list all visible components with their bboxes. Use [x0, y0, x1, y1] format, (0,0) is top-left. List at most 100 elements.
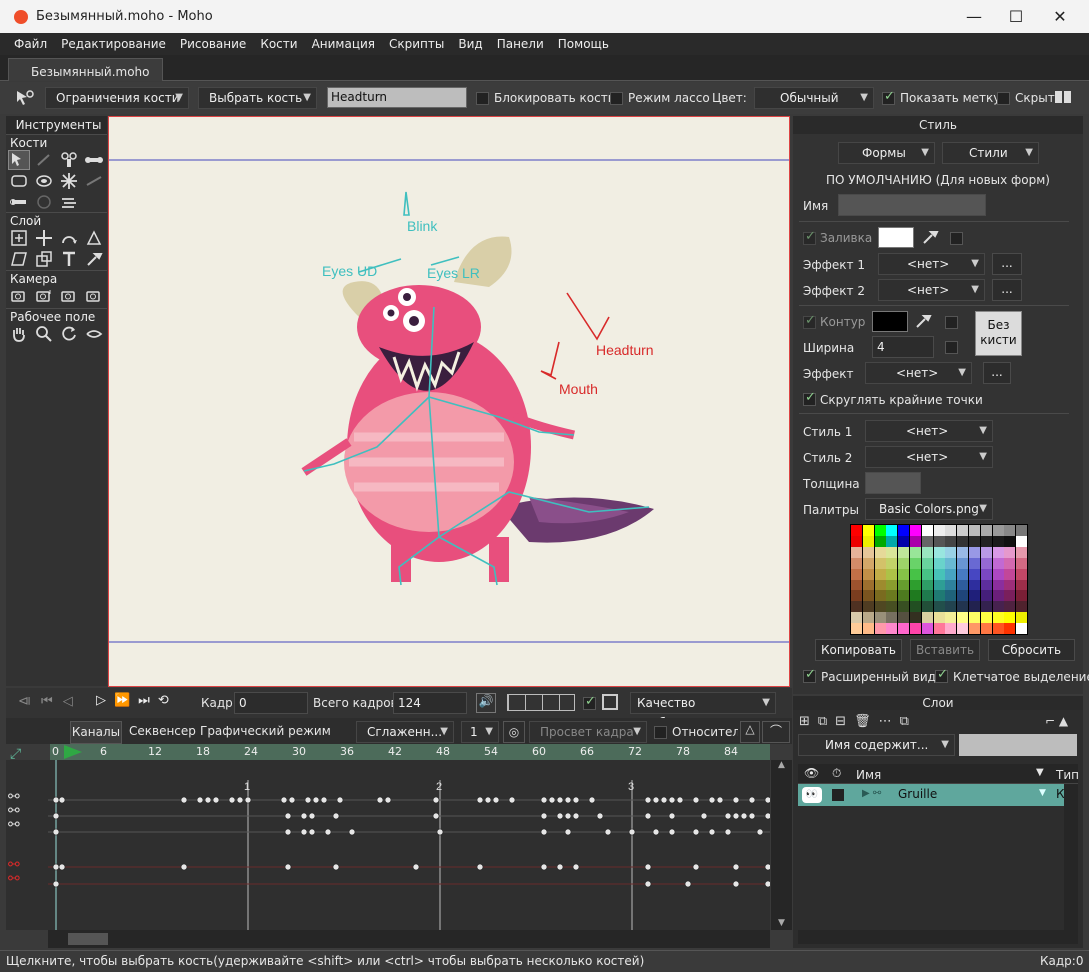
- rotate-layer-icon[interactable]: [58, 228, 80, 248]
- camera-pan-icon[interactable]: [83, 286, 105, 306]
- tab-graph-mode[interactable]: Графический режим: [200, 724, 331, 738]
- menu-bones[interactable]: Кости: [253, 33, 304, 55]
- palette-swatch[interactable]: [862, 623, 874, 635]
- fill-extra-checkbox[interactable]: [950, 232, 963, 245]
- keyframe-dot[interactable]: [288, 796, 296, 804]
- palette-swatch[interactable]: [980, 546, 992, 558]
- palette-swatch[interactable]: [898, 601, 910, 613]
- relative-checkbox[interactable]: [654, 726, 667, 739]
- book-icon[interactable]: [1053, 88, 1073, 106]
- palette-swatch[interactable]: [992, 557, 1004, 569]
- bone-constraints-dropdown[interactable]: Ограничения кости: [45, 87, 189, 109]
- total-frames-input[interactable]: 124: [393, 692, 467, 714]
- cell-select-checkbox[interactable]: [935, 670, 948, 683]
- palette-swatch[interactable]: [921, 557, 933, 569]
- palette-swatch[interactable]: [910, 546, 921, 558]
- keyframe-dot[interactable]: [692, 863, 700, 871]
- keyframe-dot[interactable]: [228, 796, 236, 804]
- palette-swatch[interactable]: [898, 535, 910, 547]
- palette-swatch[interactable]: [992, 612, 1004, 624]
- palette-swatch[interactable]: [992, 535, 1004, 547]
- palette-swatch[interactable]: [1016, 535, 1028, 547]
- palette-swatch[interactable]: [933, 601, 945, 613]
- keyframe-dot[interactable]: [548, 796, 556, 804]
- menu-edit[interactable]: Редактирование: [54, 33, 173, 55]
- layer-filter-input[interactable]: [959, 734, 1077, 756]
- palette-swatch[interactable]: [921, 546, 933, 558]
- keyframe-dot[interactable]: [564, 812, 572, 820]
- palette-swatch[interactable]: [851, 601, 862, 613]
- keyframe-dot[interactable]: [564, 828, 572, 836]
- effect1-more-button[interactable]: ...: [992, 253, 1022, 275]
- style-name-input[interactable]: [838, 194, 986, 216]
- palette-swatch[interactable]: [886, 557, 898, 569]
- keyframe-dot[interactable]: [284, 863, 292, 871]
- keyframe-dot[interactable]: [748, 812, 756, 820]
- keyframe-dot[interactable]: [308, 812, 316, 820]
- keyframe-dot[interactable]: [212, 796, 220, 804]
- palette-swatch[interactable]: [886, 535, 898, 547]
- palette-swatch[interactable]: [862, 601, 874, 613]
- palette-swatch[interactable]: [1004, 601, 1016, 613]
- bone-dynamics-icon[interactable]: [83, 171, 105, 191]
- palette-swatch[interactable]: [862, 525, 874, 536]
- palette-swatch[interactable]: [1004, 568, 1016, 580]
- bone-strength-icon[interactable]: [8, 171, 30, 191]
- keyframe-dot[interactable]: [284, 812, 292, 820]
- palette-swatch[interactable]: [1016, 557, 1028, 569]
- keyframe-dot[interactable]: [540, 796, 548, 804]
- keyframe-dot[interactable]: [692, 828, 700, 836]
- palette-swatch[interactable]: [933, 623, 945, 635]
- palette-swatch[interactable]: [851, 579, 862, 591]
- keyframe-dot[interactable]: [724, 828, 732, 836]
- keyframe-dot[interactable]: [644, 863, 652, 871]
- palette-swatch[interactable]: [851, 546, 862, 558]
- canvas-viewport[interactable]: Blink Eyes UD Eyes LR Headturn Mouth: [108, 116, 790, 687]
- keyframe-dot[interactable]: [196, 796, 204, 804]
- palette-swatch[interactable]: [969, 525, 980, 536]
- palette-swatch[interactable]: [969, 623, 980, 635]
- palette-swatch[interactable]: [957, 525, 969, 536]
- scroll-down-icon[interactable]: ▼: [771, 918, 792, 928]
- layer-filter-dropdown[interactable]: Имя содержит...: [798, 734, 955, 756]
- keyframe-dot[interactable]: [300, 828, 308, 836]
- palette-swatch[interactable]: [862, 546, 874, 558]
- hand-icon[interactable]: [8, 324, 30, 344]
- palette-swatch[interactable]: [969, 546, 980, 558]
- layer-transform-icon[interactable]: [33, 249, 55, 269]
- palette-swatch[interactable]: [1016, 601, 1028, 613]
- width-input[interactable]: 4: [872, 336, 934, 358]
- palette-swatch[interactable]: [851, 525, 862, 536]
- palette-swatch[interactable]: [921, 623, 933, 635]
- palette-swatch[interactable]: [910, 590, 921, 602]
- palette-swatch[interactable]: [1016, 590, 1028, 602]
- keyframe-dot[interactable]: [58, 796, 66, 804]
- layer-eye-icon[interactable]: 👀: [802, 787, 822, 803]
- audio-icon[interactable]: 🔊: [476, 693, 496, 713]
- keyframe-dot[interactable]: [668, 828, 676, 836]
- palette-swatch[interactable]: [921, 601, 933, 613]
- palette-swatch[interactable]: [898, 579, 910, 591]
- lock-bone-checkbox[interactable]: [476, 92, 489, 105]
- keyframe-dot[interactable]: [564, 796, 572, 804]
- palette-swatch[interactable]: [886, 568, 898, 580]
- color-dropdown[interactable]: Обычный: [754, 87, 874, 109]
- style1-dropdown[interactable]: <нет>: [865, 420, 993, 442]
- keyframe-dot[interactable]: [180, 863, 188, 871]
- stroke-extra-checkbox[interactable]: [945, 316, 958, 329]
- document-tab[interactable]: Безымянный.moho: [8, 58, 163, 81]
- keyframe-dot[interactable]: [312, 796, 320, 804]
- palette-swatch[interactable]: [957, 557, 969, 569]
- palette-swatch[interactable]: [886, 579, 898, 591]
- keyframe-dot[interactable]: [432, 812, 440, 820]
- stroke-effect-more-button[interactable]: ...: [983, 362, 1011, 384]
- keyframe-dot[interactable]: [204, 796, 212, 804]
- width-extra-checkbox[interactable]: [945, 341, 958, 354]
- palette-swatch[interactable]: [1004, 612, 1016, 624]
- offset-bone-icon[interactable]: [8, 192, 30, 212]
- palette-swatch[interactable]: [898, 557, 910, 569]
- layers-hscrollbar[interactable]: [798, 930, 1064, 944]
- keyframe-dot[interactable]: [52, 828, 60, 836]
- palette-swatch[interactable]: [910, 525, 921, 536]
- palette-swatch[interactable]: [933, 535, 945, 547]
